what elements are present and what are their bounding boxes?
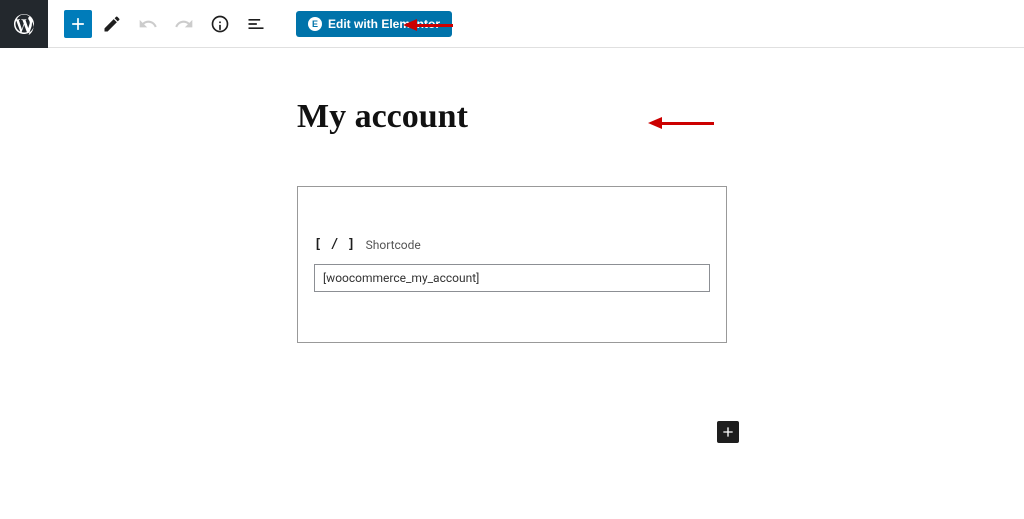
block-header: [ / ] Shortcode <box>314 237 710 252</box>
undo-icon <box>138 14 158 34</box>
list-view-icon <box>246 14 266 34</box>
plus-icon <box>720 424 736 440</box>
tools-button[interactable] <box>96 8 128 40</box>
block-appender-button[interactable] <box>717 421 739 443</box>
annotation-arrow <box>648 117 714 129</box>
shortcode-input[interactable] <box>314 264 710 292</box>
undo-button[interactable] <box>132 8 164 40</box>
block-type-label: Shortcode <box>366 238 421 252</box>
editor-toolbar: E Edit with Elementor <box>0 0 1024 48</box>
shortcode-block[interactable]: [ / ] Shortcode <box>297 186 727 343</box>
info-icon <box>210 14 230 34</box>
redo-icon <box>174 14 194 34</box>
shortcode-icon: [ / ] <box>314 237 356 252</box>
wordpress-logo[interactable] <box>0 0 48 48</box>
pencil-icon <box>102 14 122 34</box>
annotation-arrow <box>403 19 453 31</box>
outline-button[interactable] <box>240 8 272 40</box>
editor-canvas: My account [ / ] Shortcode <box>0 48 1024 343</box>
plus-icon <box>68 14 88 34</box>
add-block-button[interactable] <box>64 10 92 38</box>
redo-button[interactable] <box>168 8 200 40</box>
details-button[interactable] <box>204 8 236 40</box>
elementor-icon: E <box>308 17 322 31</box>
wordpress-icon <box>12 12 36 36</box>
